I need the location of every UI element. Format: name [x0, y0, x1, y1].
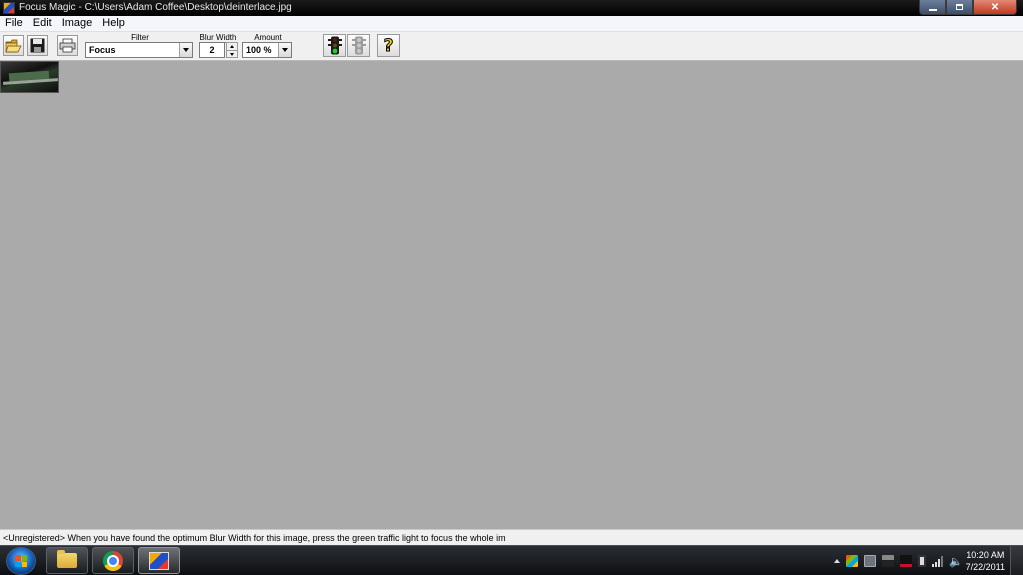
- blur-width-decrement[interactable]: [227, 51, 237, 58]
- focus-magic-icon: [149, 551, 169, 570]
- clock-date: 7/22/2011: [965, 562, 1005, 572]
- tray-document-icon[interactable]: [864, 555, 877, 567]
- clock[interactable]: 10:20 AM 7/22/2011: [966, 549, 1005, 573]
- minimize-icon: [928, 9, 937, 11]
- toolbar: Filter Focus Blur Width 2 Amount 100 % ?: [0, 32, 1023, 61]
- show-hidden-icons-icon[interactable]: [834, 559, 841, 563]
- arrow-down-icon: [230, 53, 234, 56]
- taskbar-focus-magic-button[interactable]: [138, 547, 180, 574]
- screen: Focus Magic - C:\Users\Adam Coffee\Deskt…: [0, 0, 1023, 575]
- arrow-up-icon: [230, 45, 234, 48]
- menu-help[interactable]: Help: [97, 16, 130, 31]
- window-controls: ✕: [919, 0, 1017, 15]
- chevron-down-icon: [183, 48, 189, 52]
- volume-icon[interactable]: 🔈: [949, 555, 963, 568]
- green-traffic-light-icon: [327, 36, 342, 55]
- amount-dropdown-button[interactable]: [278, 43, 291, 57]
- status-text: <Unregistered> When you have found the o…: [3, 533, 506, 543]
- filter-select[interactable]: Focus: [85, 42, 193, 58]
- blur-width-increment[interactable]: [227, 43, 237, 51]
- menu-bar: File Edit Image Help: [0, 16, 1023, 32]
- open-folder-icon: [5, 39, 22, 52]
- taskbar-explorer-button[interactable]: [46, 547, 88, 574]
- help-button[interactable]: ?: [377, 34, 400, 57]
- printer-icon: [59, 38, 76, 53]
- maximize-icon: [956, 4, 963, 10]
- tray-window-icon[interactable]: [882, 555, 895, 567]
- blur-width-field[interactable]: 2: [199, 42, 225, 58]
- menu-image[interactable]: Image: [57, 16, 98, 31]
- show-desktop-button[interactable]: [1010, 546, 1023, 575]
- menu-file[interactable]: File: [0, 16, 28, 31]
- menu-edit[interactable]: Edit: [28, 16, 57, 31]
- title-bar: Focus Magic - C:\Users\Adam Coffee\Deskt…: [0, 0, 1023, 16]
- power-icon[interactable]: [918, 555, 927, 567]
- image-thumbnail[interactable]: [0, 61, 59, 93]
- window-title: Focus Magic - C:\Users\Adam Coffee\Deskt…: [19, 2, 292, 13]
- focus-magic-app-icon[interactable]: [3, 2, 15, 14]
- windows-logo-icon: [15, 555, 27, 567]
- maximize-button[interactable]: [946, 0, 973, 15]
- close-button[interactable]: ✕: [973, 0, 1017, 15]
- tray-app-icon[interactable]: [846, 555, 859, 567]
- save-button[interactable]: [27, 35, 48, 56]
- chevron-down-icon: [282, 48, 288, 52]
- gray-traffic-light-icon: [351, 36, 366, 55]
- filter-dropdown-button[interactable]: [179, 43, 192, 57]
- taskbar-chrome-button[interactable]: [92, 547, 134, 574]
- amount-select[interactable]: 100 %: [242, 42, 292, 58]
- chrome-icon: [103, 550, 123, 571]
- taskbar: 🔈 10:20 AM 7/22/2011: [0, 545, 1023, 575]
- start-button[interactable]: [6, 547, 36, 575]
- network-icon[interactable]: [932, 555, 944, 567]
- clock-time: 10:20 AM: [966, 550, 1005, 560]
- image-workspace[interactable]: [0, 61, 1023, 529]
- system-tray: 🔈: [834, 546, 963, 575]
- question-mark-icon: ?: [383, 35, 394, 56]
- filter-value: Focus: [89, 45, 116, 55]
- print-button[interactable]: [57, 35, 78, 56]
- green-traffic-light-button[interactable]: [323, 34, 346, 57]
- tray-flag-icon[interactable]: [900, 555, 913, 567]
- amount-value: 100 %: [246, 45, 272, 55]
- open-button[interactable]: [3, 35, 24, 56]
- close-icon: ✕: [990, 1, 1000, 13]
- folder-icon: [57, 550, 77, 568]
- minimize-button[interactable]: [919, 0, 946, 15]
- blur-width-spinner[interactable]: [226, 42, 238, 58]
- gray-traffic-light-button[interactable]: [347, 34, 370, 57]
- floppy-disk-icon: [30, 38, 45, 53]
- status-bar: <Unregistered> When you have found the o…: [0, 529, 1023, 546]
